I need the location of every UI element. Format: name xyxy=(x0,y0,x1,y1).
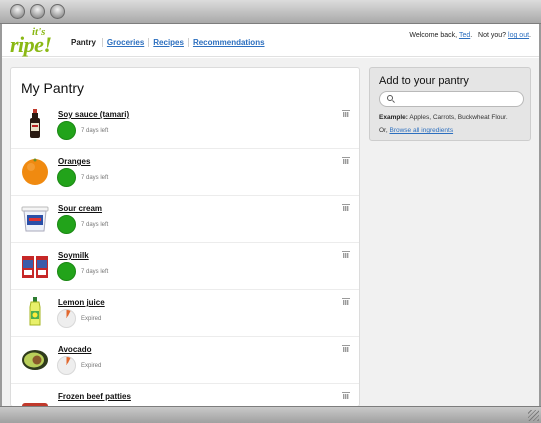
lemon-juice-bottle-icon xyxy=(29,297,41,326)
nav-groceries[interactable]: Groceries xyxy=(101,38,148,47)
trash-icon[interactable] xyxy=(342,204,350,211)
add-panel-title: Add to your pantry xyxy=(379,75,469,87)
content-area: My Pantry Soy sauce (tamari) 7 days left xyxy=(2,58,539,407)
pantry-item: Oranges 7 days left xyxy=(11,149,359,196)
nav-recipes[interactable]: Recipes xyxy=(148,38,188,47)
its-ripe-logo[interactable]: it's ripe! xyxy=(10,26,60,57)
logout-link[interactable]: log out xyxy=(508,32,529,39)
item-name-link[interactable]: Sour cream xyxy=(58,204,102,213)
browse-prefix: Or, xyxy=(379,127,388,134)
freshness-pie xyxy=(57,121,76,140)
trash-icon[interactable] xyxy=(342,157,350,164)
resize-grip-icon[interactable] xyxy=(528,410,539,421)
welcome-text: Welcome back, xyxy=(409,32,458,39)
item-name-link[interactable]: Oranges xyxy=(58,157,90,166)
window-close-button[interactable] xyxy=(10,4,25,19)
freshness-status: 7 days left xyxy=(81,128,109,134)
item-name-link[interactable]: Avocado xyxy=(58,345,92,354)
trash-icon[interactable] xyxy=(342,345,350,352)
example-text: Apples, Carrots, Buckwheat Flour. xyxy=(409,114,508,121)
pantry-list: Soy sauce (tamari) 7 days left Oranges 7… xyxy=(11,102,359,406)
freshness-pie xyxy=(57,309,76,328)
freshness-pie xyxy=(57,356,76,375)
main-nav: Pantry Groceries Recipes Recommendations xyxy=(71,38,269,47)
search-icon xyxy=(387,95,396,104)
item-name-link[interactable]: Soymilk xyxy=(58,251,89,260)
freshness-pie xyxy=(57,168,76,187)
nav-pantry[interactable]: Pantry xyxy=(71,38,102,47)
soy-sauce-bottle-icon xyxy=(30,109,40,138)
user-name-link[interactable]: Ted xyxy=(459,32,470,39)
freshness-status: 7 days left xyxy=(81,269,109,275)
window-zoom-button[interactable] xyxy=(50,4,65,19)
freshness-pie xyxy=(57,262,76,281)
window-minimize-button[interactable] xyxy=(30,4,45,19)
browse-row: Or, Browse all ingredients xyxy=(379,127,453,134)
trash-icon[interactable] xyxy=(342,298,350,305)
nav-recommendations[interactable]: Recommendations xyxy=(187,38,269,47)
window-statusbar xyxy=(0,406,541,423)
item-name-link[interactable]: Lemon juice xyxy=(58,298,105,307)
trash-icon[interactable] xyxy=(342,392,350,399)
freshness-status: 7 days left xyxy=(81,175,109,181)
avocado-icon xyxy=(22,350,48,370)
pantry-item: Frozen beef patties xyxy=(11,384,359,406)
sour-cream-tub-icon xyxy=(21,206,49,232)
pantry-item: Avocado Expired xyxy=(11,337,359,384)
pantry-item: Sour cream 7 days left xyxy=(11,196,359,243)
beef-patties-icon xyxy=(22,403,48,406)
browse-all-ingredients-link[interactable]: Browse all ingredients xyxy=(389,127,453,134)
pantry-item: Lemon juice Expired xyxy=(11,290,359,337)
example-label: Example: xyxy=(379,114,408,121)
add-to-pantry-panel: Add to your pantry Example: Apples, Carr… xyxy=(369,67,531,141)
trash-icon[interactable] xyxy=(342,251,350,258)
ingredient-search-input[interactable] xyxy=(379,91,524,107)
item-name-link[interactable]: Frozen beef patties xyxy=(58,392,131,401)
search-example: Example: Apples, Carrots, Buckwheat Flou… xyxy=(379,114,508,121)
pantry-item: Soymilk 7 days left xyxy=(11,243,359,290)
trash-icon[interactable] xyxy=(342,110,350,117)
freshness-pie xyxy=(57,215,76,234)
freshness-status: Expired xyxy=(81,363,102,369)
window-titlebar xyxy=(0,0,541,24)
soymilk-cartons-icon xyxy=(22,256,48,278)
not-you-text: Not you? xyxy=(478,32,507,39)
freshness-status: Expired xyxy=(81,316,102,322)
welcome-bar: Welcome back, Ted. Not you? log out. xyxy=(409,32,531,39)
pantry-item: Soy sauce (tamari) 7 days left xyxy=(11,102,359,149)
pantry-panel: My Pantry Soy sauce (tamari) 7 days left xyxy=(10,67,360,407)
freshness-status: 7 days left xyxy=(81,222,109,228)
logo-big-text: ripe! xyxy=(10,32,52,57)
page-title: My Pantry xyxy=(21,80,85,96)
site-header: it's ripe! Pantry Groceries Recipes Recomme… xyxy=(2,25,539,57)
item-name-link[interactable]: Soy sauce (tamari) xyxy=(58,110,129,119)
orange-icon xyxy=(22,158,48,185)
